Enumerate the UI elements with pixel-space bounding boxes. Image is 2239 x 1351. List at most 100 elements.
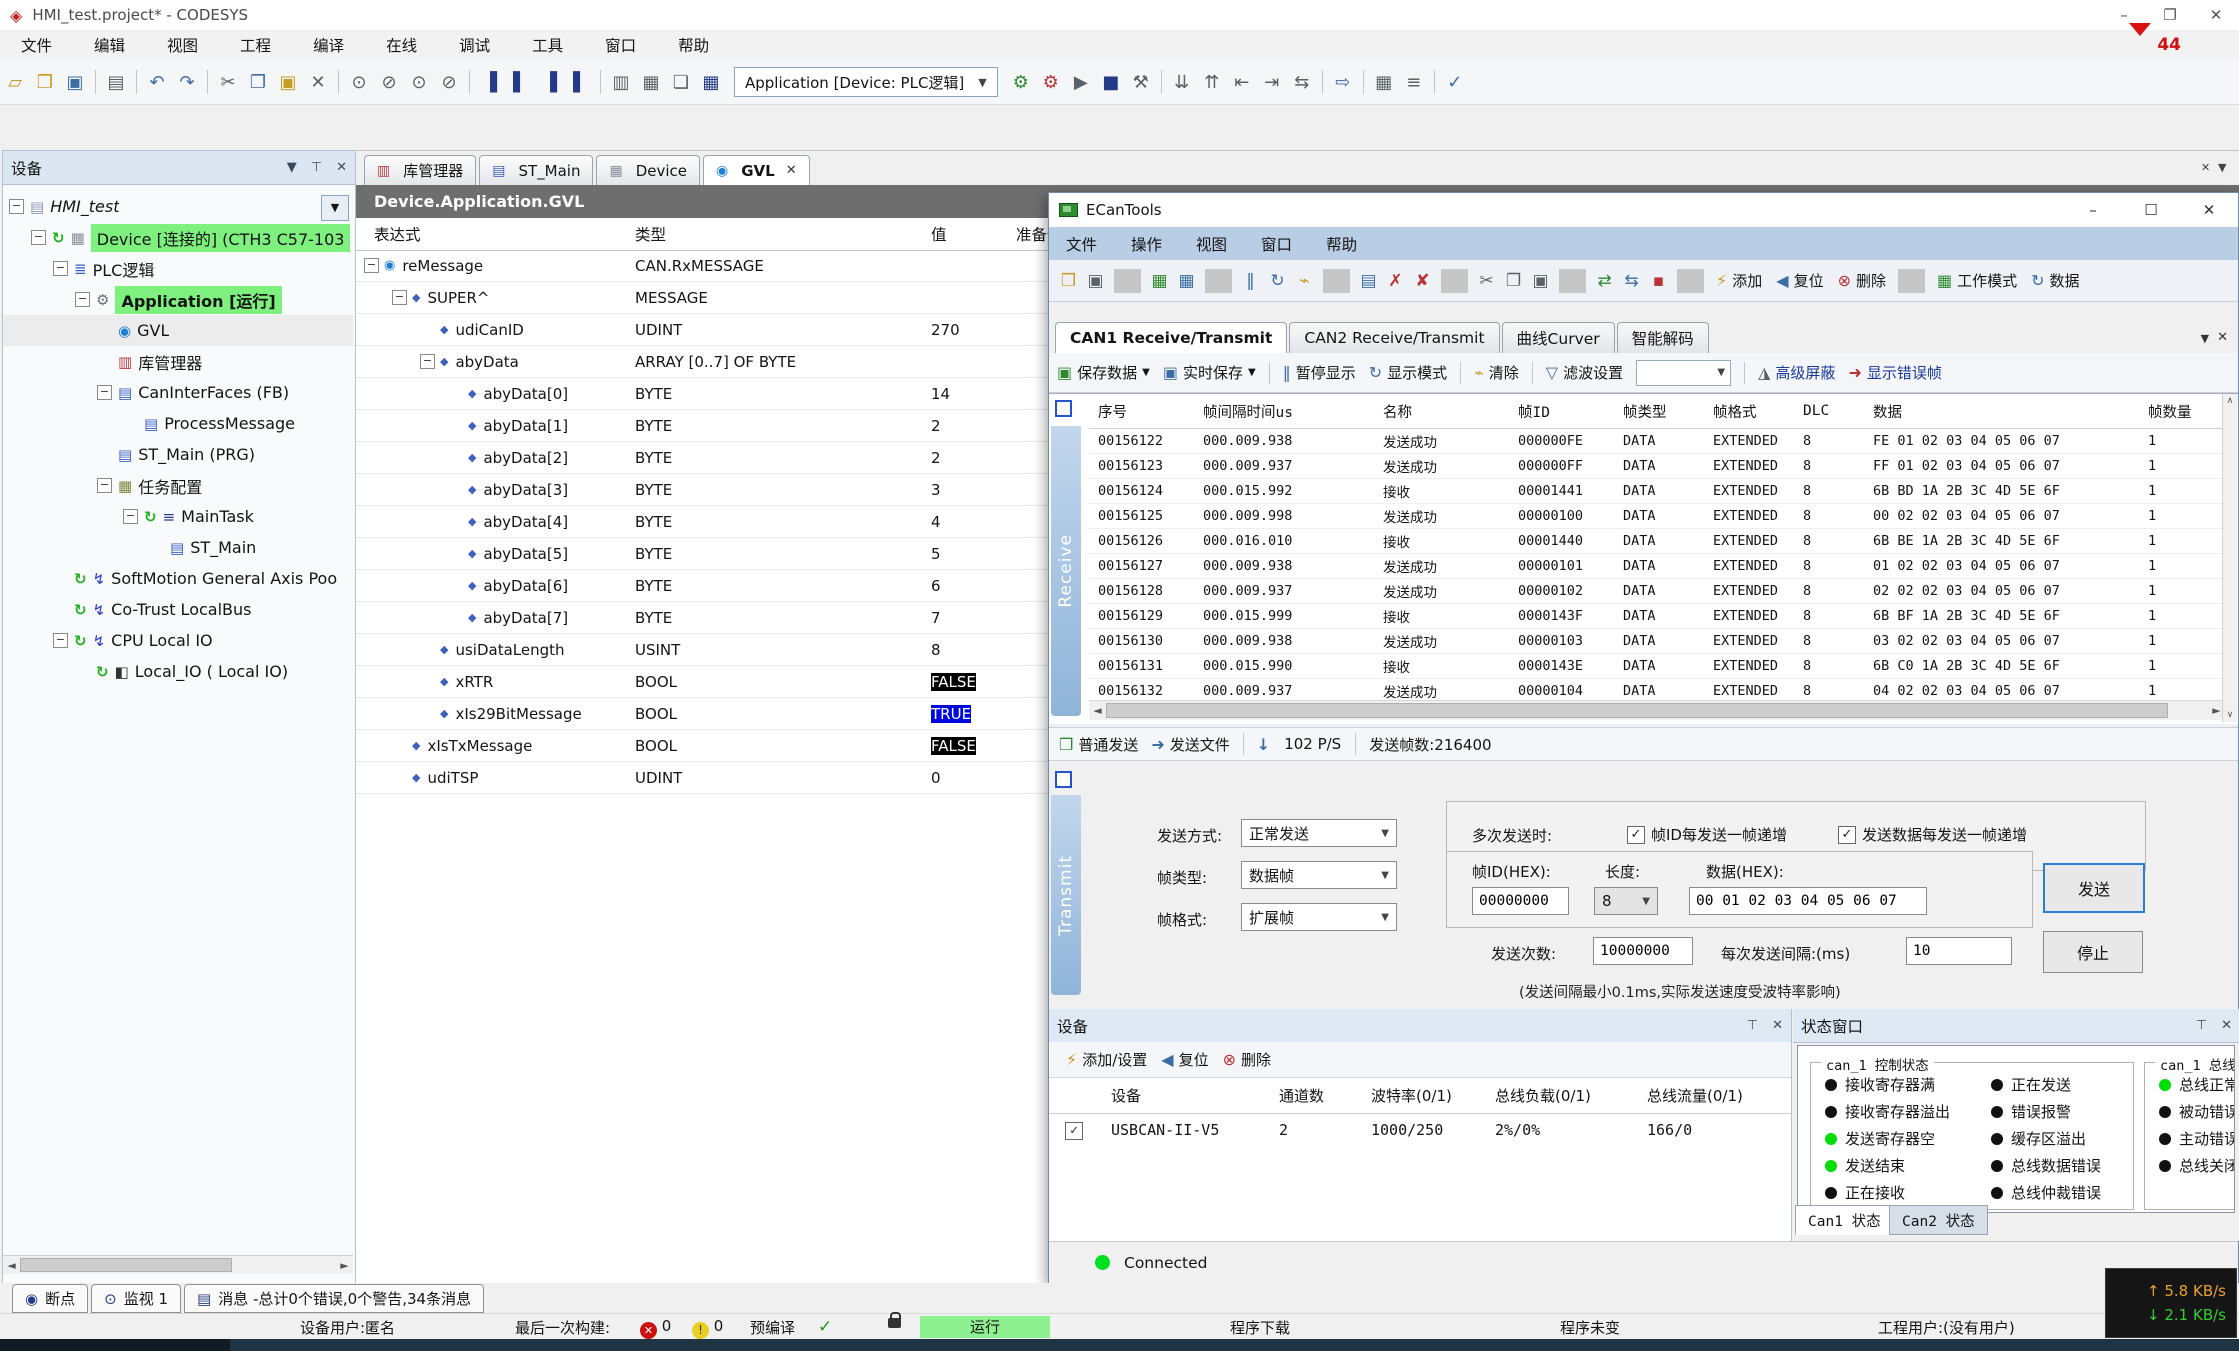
start-icon[interactable]: ▶ [1066,68,1096,96]
can-frame-row[interactable]: 00156130 000.009.938 发送成功 00000103 DATA … [1089,629,2225,654]
device-checkbox[interactable]: ✓ [1065,1122,1083,1140]
separator[interactable] [469,70,470,94]
tree-item-st-main-prg[interactable]: − ST_Main (PRG) [3,439,353,470]
clear-icon[interactable]: ⌁ [1291,267,1318,295]
tree-item-library-manager[interactable]: − 库管理器 [3,346,353,377]
login-icon[interactable]: ⚙ [1006,68,1036,96]
active-application-selector[interactable]: Application [Device: PLC逻辑] ▼ [734,67,998,97]
frame-id-input[interactable] [1472,887,1569,915]
normal-send-button[interactable]: ❒普通发送 [1059,734,1138,755]
separator[interactable] [1114,269,1141,293]
run-to-cursor-icon[interactable]: ⇥ [1257,68,1287,96]
pin-icon[interactable]: ⊤ [2196,1018,2207,1033]
minimize-icon[interactable]: – [2101,6,2147,24]
menu-tools[interactable]: 工具 [511,30,584,60]
stop-record-icon[interactable]: ▪ [1645,267,1672,295]
realtime-save-button[interactable]: ▣实时保存▼ [1163,362,1256,383]
menu-online[interactable]: 在线 [365,30,438,60]
column-name[interactable]: 名称 [1374,401,1509,422]
column-expression[interactable]: 表达式 [356,223,625,245]
minimize-icon[interactable]: – [2064,201,2122,219]
save-icon[interactable]: ▣ [1082,267,1109,295]
pin-icon[interactable]: ⊤ [311,160,322,175]
add-settings-button[interactable]: ⚡添加/设置 [1066,1049,1147,1070]
transfer-icon[interactable]: ⇆ [1618,267,1645,295]
pause-icon[interactable]: ‖ [1237,267,1264,295]
filter-settings-button[interactable]: ▽滤波设置 [1546,362,1623,383]
column-seq[interactable]: 序号 [1089,401,1194,422]
data-increment-checkbox[interactable]: ✓ 发送数据每发送一帧递增 [1838,824,2027,845]
device-row[interactable]: ✓ USBCAN-II-V5 2 1000/250 2%/0% 166/0 [1049,1113,1791,1147]
can-frame-row[interactable]: 00156123 000.009.937 发送成功 000000FF DATA … [1089,454,2225,479]
program-download[interactable]: 程序下载 [1230,1317,1290,1338]
tab-library-manager[interactable]: 库管理器 ✕ [364,155,476,185]
menu-build[interactable]: 编译 [292,30,365,60]
receive-vertical-tab[interactable]: Receive [1051,426,1081,716]
step-over-icon[interactable]: ⇊ [1167,68,1197,96]
tab-watch[interactable]: ⊙ 监视 1 [91,1284,181,1313]
expander-icon[interactable]: − [364,258,379,273]
device-open-icon[interactable]: ▦ [1146,267,1173,295]
clear-button[interactable]: ⌁清除 [1474,362,1519,383]
expander-icon[interactable]: − [97,385,112,400]
swap-icon[interactable]: ⇄ [1591,267,1618,295]
bookmark-clear-icon[interactable]: ▌ [565,68,595,96]
separator[interactable] [338,70,339,94]
redo-icon[interactable]: ↷ [172,68,202,96]
tab-scroll-icon[interactable]: ✕ [2201,161,2210,174]
copy-icon[interactable]: ❐ [1500,267,1527,295]
can-frame-row[interactable]: 00156126 000.016.010 接收 00001440 DATA EX… [1089,529,2225,554]
receive-vertical-scrollbar[interactable]: ∧ ∨ [2222,394,2237,722]
separator[interactable] [1677,269,1704,293]
column-frame-id[interactable]: 帧ID [1509,401,1614,422]
breakpoint-tools-icon[interactable]: ⚒ [1126,68,1156,96]
column-frame-count[interactable]: 帧数量 [2139,401,2219,422]
tree-item-gvl[interactable]: − GVL [3,315,353,346]
ecan-menu-view[interactable]: 视图 [1179,233,1244,255]
column-bus-flow[interactable]: 总线流量(0/1) [1637,1085,1787,1106]
bookmark-toggle-icon[interactable]: ▐ [475,68,505,96]
can-frame-row[interactable]: 00156127 000.009.938 发送成功 00000101 DATA … [1089,554,2225,579]
device-dropdown-button[interactable]: ▼ [321,195,349,221]
data-button[interactable]: ↻数据 [2031,270,2079,291]
tab-breakpoints[interactable]: ◉ 断点 [12,1284,88,1313]
column-type[interactable]: 类型 [625,223,921,245]
separator[interactable] [1559,269,1586,293]
close-icon[interactable]: ✕ [2217,330,2228,345]
stop-button[interactable]: 停止 [2043,931,2143,973]
column-interval[interactable]: 帧间隔时间us [1194,401,1374,422]
restore-icon[interactable]: ❐ [2147,6,2193,24]
close-icon[interactable]: ✕ [336,160,347,175]
tree-item-task-config[interactable]: − 任务配置 [3,470,353,501]
expander-icon[interactable]: − [53,633,68,648]
expander-icon[interactable]: − [392,290,407,305]
logout-icon[interactable]: ⚙ [1036,68,1066,96]
refresh-icon[interactable]: ↻ [1264,267,1291,295]
copy-icon[interactable]: ❐ [243,68,273,96]
expander-icon[interactable]: − [31,230,46,245]
menu-project[interactable]: 工程 [219,30,292,60]
tab-close-icon[interactable]: ✕ [786,163,797,178]
tab-gvl[interactable]: GVL ✕ [703,155,810,185]
bookmark-previous-icon[interactable]: ▐ [535,68,565,96]
separator[interactable] [600,70,601,94]
column-data[interactable]: 数据 [1864,401,2139,422]
send-mode-select[interactable]: 正常发送▼ [1241,819,1397,847]
simulation-icon[interactable]: ▦ [1369,68,1399,96]
tab-can2-status[interactable]: Can2 状态 [1889,1205,1988,1235]
tree-item-device[interactable]: − Device [连接的] (CTH3 C57-103 [3,222,353,253]
transmit-vertical-tab[interactable]: Transmit [1051,795,1081,995]
tab-list-icon[interactable]: ▼ [2218,161,2226,174]
tab-can1-status[interactable]: Can1 状态 [1795,1205,1894,1235]
separator[interactable] [1161,70,1162,94]
close-icon[interactable]: ✕ [2221,1018,2232,1033]
menu-view[interactable]: 视图 [146,30,219,60]
ecan-menu-operate[interactable]: 操作 [1114,233,1179,255]
filter-select[interactable]: ▼ [1636,360,1731,386]
menu-edit[interactable]: 编辑 [73,30,146,60]
tree-item-maintask[interactable]: − MainTask [3,501,353,532]
undo-icon[interactable]: ↶ [142,68,172,96]
reset-warm-icon[interactable]: ⇆ [1287,68,1317,96]
paste-icon[interactable]: ▣ [1527,267,1554,295]
find-previous-icon[interactable]: ⊘ [434,68,464,96]
